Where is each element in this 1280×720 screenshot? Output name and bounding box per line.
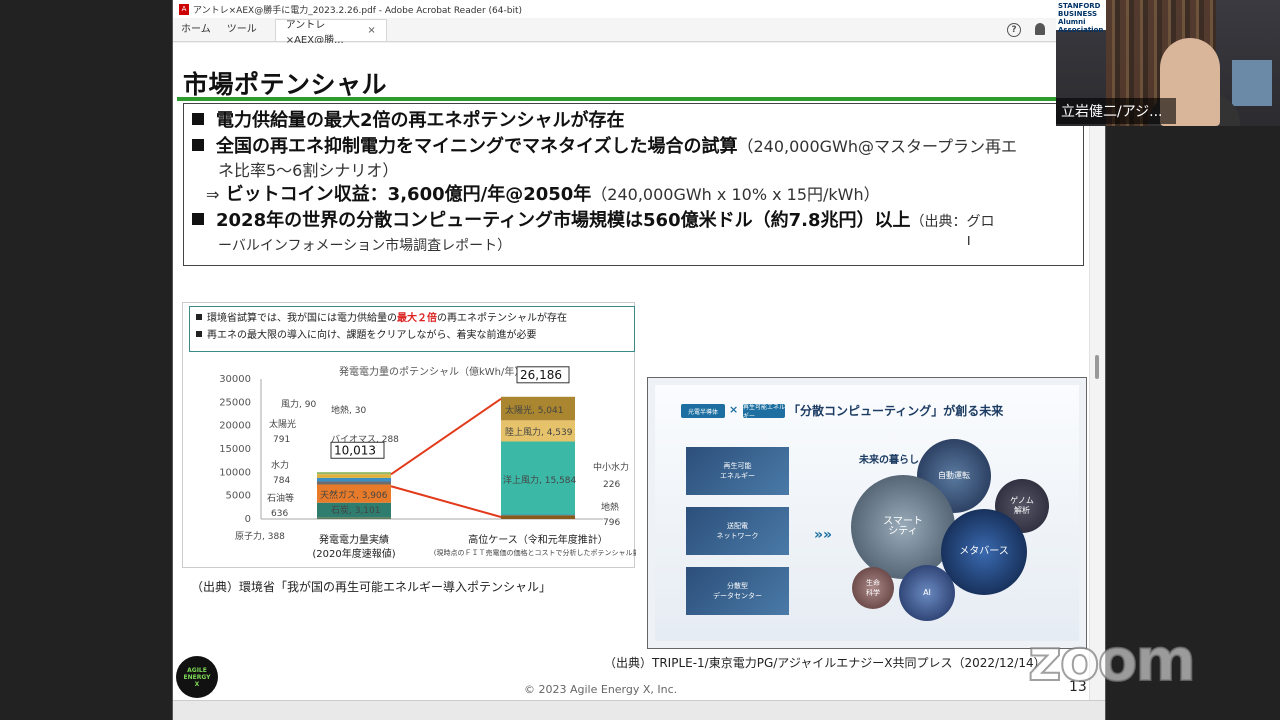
pill-renewable: 再生可能エネルギー [743, 404, 786, 420]
bar-segment-p_geo [501, 515, 575, 519]
key-points-box: 電力供給量の最大2倍の再エネポテンシャルが存在 全国の再エネ抑制電力をマイニング… [183, 103, 1084, 266]
box-grid: 送配電 ネットワーク [686, 507, 789, 555]
bubble-smart-city: スマート シティ [851, 475, 955, 579]
document-tab-label: アントレ×AEX@勝... [285, 19, 344, 46]
label-p-onshore: 陸上風力, 4,539 [505, 426, 573, 438]
nav-tools[interactable]: ツール [219, 20, 265, 41]
box-renewable: 再生可能 エネルギー [686, 447, 789, 495]
label-oil-value: 636 [271, 509, 288, 519]
category-potential-note: (現時点のＦＩＴ売電価の価格とコストで分析したポテンシャル量) [434, 548, 636, 557]
label-wind: 風力, 90 [281, 398, 316, 410]
company-logo: AGILE ENERGY X [176, 656, 218, 698]
background-object [1232, 60, 1272, 106]
bar-segment-p_small [501, 514, 575, 516]
document-tab[interactable]: アントレ×AEX@勝... × [274, 19, 387, 46]
bullet-4: 2028年の世界の分散コンピューティング市場規模は560億米ドル（約7.8兆円）… [192, 208, 1075, 235]
participant-name: 立岩健二/アジ... [1056, 98, 1176, 124]
label-hydro-value: 784 [273, 476, 290, 486]
potential-chart: 30000 25000 20000 15000 10000 5000 0 10,013 26,1… [219, 366, 636, 560]
close-tab-icon[interactable]: × [367, 25, 375, 36]
status-bar [173, 700, 1105, 720]
flow-arrow-icon: »» [814, 527, 833, 543]
bubble-ai: AI [899, 565, 955, 621]
bar-segment-hydro [317, 477, 391, 482]
y-tick-label: 25000 [219, 397, 251, 408]
label-p-solar: 太陽光, 5,041 [505, 404, 564, 416]
y-tick-label: 15000 [219, 444, 251, 455]
total-potential: 26,186 [520, 368, 562, 382]
y-tick-label: 10000 [219, 467, 251, 478]
bar-segment-nuclear [317, 517, 391, 519]
nav-bar: ホーム ツール アントレ×AEX@勝... × ? [173, 18, 1105, 46]
label-hydro: 水力 [271, 459, 289, 471]
y-tick-label: 5000 [226, 491, 251, 502]
label-solar: 太陽光 [269, 418, 296, 430]
label-biomass: バイオマス, 288 [331, 434, 399, 445]
vertical-scrollbar[interactable] [1089, 43, 1105, 700]
acrobat-window: A アントレ×AEX@勝手に電力_2023.2.26.pdf - Adobe A… [172, 0, 1106, 720]
label-nuclear: 原子力, 388 [235, 530, 285, 542]
screen: A アントレ×AEX@勝手に電力_2023.2.26.pdf - Adobe A… [0, 0, 1280, 720]
connector-top [390, 397, 502, 476]
notification-bell-icon[interactable] [1035, 23, 1045, 35]
zoom-watermark: zoom [1027, 625, 1197, 695]
distributed-computing-figure: 光電半導体 × 再生可能エネルギー 「分散コンピューティング」が創る未来 再生可… [647, 377, 1087, 649]
category-actual: 発電電力量実績 [319, 533, 389, 546]
text-cursor-icon: I [967, 234, 971, 248]
participant-video[interactable]: STANFORD BUSINESS Alumni Association 立岩健… [1056, 0, 1280, 126]
figure-2-title: 「分散コンピューティング」が創る未来 [788, 404, 1004, 418]
label-p-offshore: 洋上風力, 15,584 [503, 474, 576, 486]
box-datacenter: 分散型 データセンター [686, 567, 789, 615]
bullet-2-cont: ネ比率5～6割シナリオ） [218, 161, 399, 180]
bullet-4-cont: ーバルインフォメーション市場調査レポート） [218, 238, 512, 254]
label-gas: 天然ガス, 3,906 [320, 489, 388, 501]
label-solar-value: 791 [273, 435, 290, 445]
label-coal: 石炭, 3,101 [331, 505, 381, 516]
poster: STANFORD BUSINESS Alumni Association [1056, 0, 1106, 34]
label-geothermal: 地熱, 30 [331, 404, 366, 416]
total-actual: 10,013 [334, 443, 376, 457]
figure-2-caption: （出典）TRIPLE-1/東京電力PG/アジャイルエナジーX共同プレス（2022… [604, 656, 1046, 670]
figure-1-caption: （出典）環境省「我が国の再生可能エネルギー導入ポテンシャル」 [191, 580, 552, 594]
label-p-geothermal-value: 796 [603, 518, 620, 528]
title-divider [177, 97, 1083, 101]
pdf-icon: A [179, 3, 189, 15]
scroll-thumb[interactable] [1095, 355, 1099, 379]
bullet-1: 電力供給量の最大2倍の再エネポテンシャルが存在 [192, 108, 1075, 134]
connector-bottom [390, 485, 502, 518]
bubble-metaverse: メタバース [941, 509, 1027, 595]
label-oil: 石油等 [267, 492, 294, 504]
nav-home[interactable]: ホーム [173, 20, 219, 41]
bubble-life-science: 生命 科学 [852, 567, 894, 609]
potential-figure: 環境省試算では、我が国には電力供給量の最大２倍の再エネポテンシャルが存在 再エネ… [182, 302, 636, 568]
category-potential: 高位ケース（令和元年度推計） [468, 533, 608, 546]
pill-semiconductor: 光電半導体 [681, 404, 725, 418]
future-label: 未来の暮らし [859, 455, 919, 466]
category-actual-note: (2020年度速報値) [312, 547, 395, 560]
help-icon[interactable]: ? [1007, 23, 1021, 37]
bar-segment-bio [317, 472, 391, 474]
bar-segment-solar [317, 474, 391, 478]
bullet-3: ⇒ ビットコイン収益：3,600億円/年@2050年（240,000GWh x … [206, 184, 880, 205]
label-p-smallhydro-value: 226 [603, 480, 620, 490]
window-title: アントレ×AEX@勝手に電力_2023.2.26.pdf - Adobe Acr… [193, 5, 522, 16]
label-p-smallhydro: 中小水力 [593, 461, 629, 473]
y-tick-label: 20000 [219, 421, 251, 432]
times-symbol: × [729, 403, 739, 416]
bullet-2: 全国の再エネ抑制電力をマイニングでマネタイズした場合の試算（240,000GWh… [192, 134, 1075, 160]
y-tick-label: 0 [245, 514, 251, 525]
pdf-page: 市場ポテンシャル 電力供給量の最大2倍の再エネポテンシャルが存在 全国の再エネ抑… [173, 43, 1091, 700]
copyright: © 2023 Agile Energy X, Inc. [524, 683, 678, 696]
label-p-geothermal: 地熱 [601, 501, 619, 513]
bar-segment-oil [317, 481, 391, 485]
slide-title: 市場ポテンシャル [183, 70, 388, 99]
y-tick-label: 30000 [219, 374, 251, 385]
